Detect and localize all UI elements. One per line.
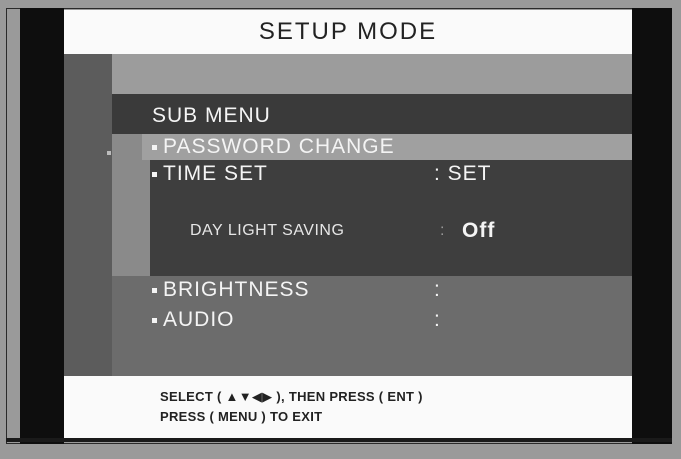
menu-item-label: BRIGHTNESS	[163, 278, 310, 301]
menu-item-password-change[interactable]: PASSWORD CHANGE	[152, 135, 395, 159]
day-light-saving-label: DAY LIGHT SAVING	[190, 222, 345, 239]
instructions-footer: SELECT ( ▲▼◀▶ ), THEN PRESS ( ENT ) PRES…	[64, 376, 632, 438]
page-title: SETUP MODE	[64, 10, 632, 54]
menu-item-label: PASSWORD CHANGE	[163, 135, 395, 158]
osd-screen: SETUP MODE SUB MENU PASSWORD CHANGE TIME…	[64, 10, 632, 438]
cursor-dot	[107, 151, 111, 155]
top-band	[112, 54, 632, 94]
instruction-line-exit: PRESS ( MENU ) TO EXIT	[160, 409, 323, 424]
menu-item-brightness[interactable]: BRIGHTNESS	[152, 278, 310, 302]
bottom-edge	[6, 438, 672, 442]
menu-item-audio[interactable]: AUDIO	[152, 308, 235, 332]
menu-item-label: AUDIO	[163, 308, 235, 331]
day-light-saving-separator: :	[440, 222, 445, 239]
time-set-value: : SET	[434, 162, 492, 185]
bullet-icon	[152, 144, 157, 150]
right-black-bar	[632, 8, 672, 444]
menu-area: SUB MENU PASSWORD CHANGE TIME SET : SET …	[64, 54, 632, 376]
menu-item-time-set[interactable]: TIME SET	[152, 162, 268, 186]
menu-item-label: TIME SET	[163, 162, 268, 185]
instruction-line-select: SELECT ( ▲▼◀▶ ), THEN PRESS ( ENT )	[160, 389, 423, 404]
brightness-value: :	[434, 278, 441, 301]
bullet-icon	[152, 287, 157, 293]
bullet-icon	[152, 171, 157, 177]
day-light-saving-value[interactable]: Off	[462, 219, 495, 243]
left-black-bar	[20, 8, 64, 444]
side-strip	[64, 54, 112, 376]
audio-value: :	[434, 308, 441, 331]
sub-menu-heading: SUB MENU	[152, 104, 271, 127]
bullet-icon	[152, 317, 157, 323]
